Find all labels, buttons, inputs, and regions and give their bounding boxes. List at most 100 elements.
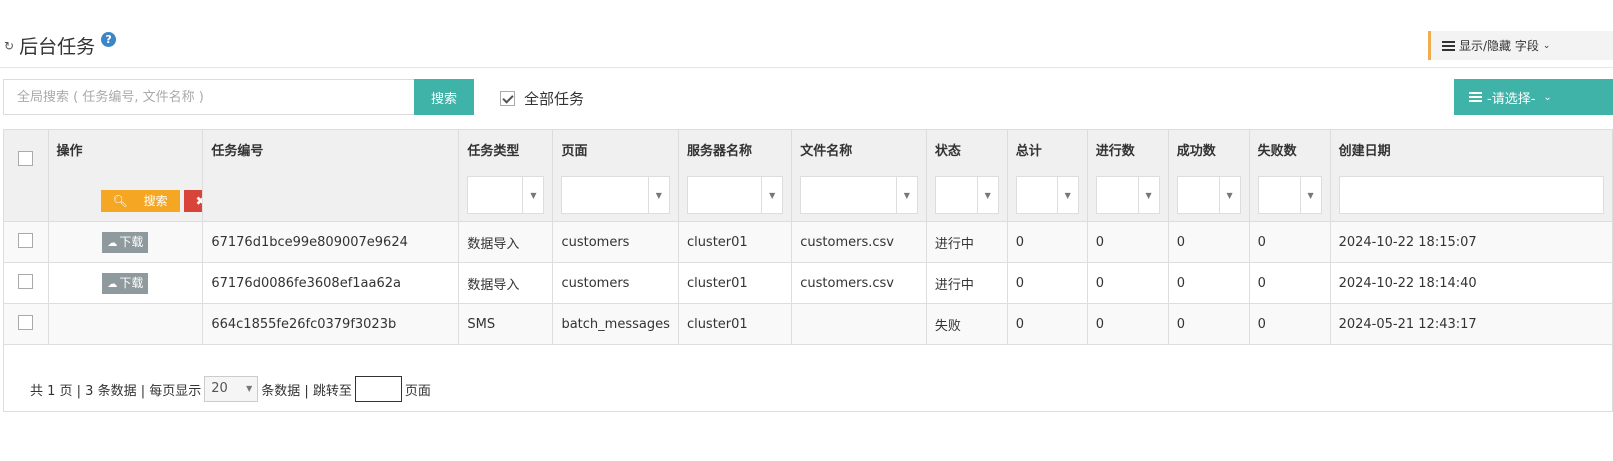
row-checkbox[interactable] <box>18 274 34 289</box>
cell-in-progress: 0 <box>1086 221 1169 263</box>
column-label: 创建日期 <box>1338 144 1391 159</box>
caret-down-icon: ▼ <box>1064 191 1071 200</box>
search-icon: 🔍︎ <box>112 194 128 208</box>
title-wrap: ↻ 后台任务 ? <box>4 32 117 59</box>
global-search-input[interactable] <box>3 79 415 115</box>
table-header-row: 操作 🔍︎ 搜索 ✖ 重置 任务编号 任务类型 ▼ 页面 ▼ 服务器名称 ▼ 文件名称… <box>3 129 1613 222</box>
row-checkbox[interactable] <box>18 233 34 248</box>
filter-created[interactable] <box>1338 176 1604 214</box>
column-label: 任务类型 <box>467 144 520 159</box>
help-icon[interactable]: ? <box>101 32 117 47</box>
select-dropdown-label: -请选择- <box>1487 91 1536 107</box>
show-hide-fields-button[interactable]: 显示/隐藏 字段 ⌄ <box>1428 31 1613 60</box>
cell-failed: 0 <box>1248 221 1331 263</box>
caret-down-icon: ▼ <box>1307 191 1314 200</box>
caret-down-icon: ▼ <box>530 191 537 200</box>
select-dropdown-button[interactable]: -请选择- ⌄ <box>1454 79 1613 115</box>
filter-total[interactable]: ▼ <box>1015 176 1079 214</box>
cell-page: batch_messages <box>552 303 679 345</box>
search-button[interactable]: 搜索 <box>414 79 474 115</box>
cell-total: 0 <box>1006 303 1088 345</box>
column-header-server: 服务器名称 ▼ <box>677 129 793 222</box>
pagination: 共 1 页 | 3 条数据 | 每页显示 20 ▼ 条数据 | 跳转至 页面 <box>30 376 431 402</box>
caret-down-icon: ▼ <box>903 191 910 200</box>
cell-status: 失败 <box>925 303 1008 345</box>
page-size-select[interactable]: 20 ▼ <box>204 376 259 402</box>
column-header-success: 成功数 ▼ <box>1167 129 1250 222</box>
cell-server: cluster01 <box>677 262 793 304</box>
caret-down-icon: ▼ <box>769 191 776 200</box>
download-button[interactable]: ☁ 下载 <box>102 272 149 294</box>
column-header-file: 文件名称 ▼ <box>791 129 927 222</box>
all-tasks-toggle[interactable]: 全部任务 <box>500 88 584 109</box>
row-select-cell <box>3 303 49 345</box>
row-select-cell <box>3 221 49 263</box>
refresh-icon[interactable]: ↻ <box>4 39 14 53</box>
cell-in-progress: 0 <box>1086 303 1169 345</box>
select-all-checkbox[interactable] <box>18 151 34 166</box>
cloud-download-icon: ☁ <box>107 237 118 249</box>
page-jump-input[interactable] <box>354 376 402 402</box>
cell-success: 0 <box>1167 221 1250 263</box>
list-icon <box>1469 92 1482 102</box>
column-label: 任务编号 <box>211 144 264 159</box>
header-select-all-cell <box>3 129 49 222</box>
column-label: 状态 <box>934 144 961 159</box>
filter-actions: 🔍︎ 搜索 ✖ 重置 <box>100 190 202 212</box>
column-header-page: 页面 ▼ <box>552 129 679 222</box>
column-label: 服务器名称 <box>686 144 752 159</box>
chevron-down-icon: ⌄ <box>1542 40 1551 51</box>
column-label: 成功数 <box>1176 144 1216 159</box>
caret-down-icon: ▼ <box>1226 191 1233 200</box>
filter-reset-button[interactable]: ✖ 重置 <box>183 190 202 212</box>
filter-failed[interactable]: ▼ <box>1257 176 1322 214</box>
cell-success: 0 <box>1167 303 1250 345</box>
column-header-total: 总计 ▼ <box>1006 129 1088 222</box>
column-header-in-progress: 进行数 ▼ <box>1086 129 1169 222</box>
filter-in-progress[interactable]: ▼ <box>1095 176 1160 214</box>
cell-total: 0 <box>1006 262 1088 304</box>
tasks-table: 操作 🔍︎ 搜索 ✖ 重置 任务编号 任务类型 ▼ 页面 ▼ 服务器名称 ▼ 文件名称… <box>3 129 1613 345</box>
caret-down-icon: ▼ <box>984 191 991 200</box>
cell-status: 进行中 <box>925 221 1008 263</box>
cell-server: cluster01 <box>677 303 793 345</box>
table-row: ☁ 下载 67176d1bce99e809007e9624 数据导入 customers… <box>3 221 1613 263</box>
cell-task-id: 67176d1bce99e809007e9624 <box>202 221 460 263</box>
cell-failed: 0 <box>1248 262 1331 304</box>
all-tasks-checkbox[interactable] <box>500 91 515 106</box>
cell-type: 数据导入 <box>458 262 554 304</box>
filter-server[interactable]: ▼ <box>686 176 784 214</box>
download-label: 下载 <box>119 275 144 290</box>
pagination-page-label: 页面 <box>404 383 431 399</box>
column-label: 操作 <box>56 144 83 159</box>
filter-search-label: 搜索 <box>143 194 168 208</box>
cell-failed: 0 <box>1248 303 1331 345</box>
page-title: 后台任务 <box>19 36 96 58</box>
list-icon <box>1442 40 1455 51</box>
column-header-status: 状态 ▼ <box>925 129 1008 222</box>
caret-down-icon: ▼ <box>246 384 253 393</box>
row-checkbox[interactable] <box>18 315 34 330</box>
column-label: 文件名称 <box>800 144 853 159</box>
filter-task-type[interactable]: ▼ <box>467 176 545 214</box>
cell-task-id: 67176d0086fe3608ef1aa62a <box>202 262 460 304</box>
column-header-task-type: 任务类型 ▼ <box>458 129 554 222</box>
cell-created: 2024-10-22 18:14:40 <box>1329 262 1613 304</box>
cell-file: customers.csv <box>791 262 927 304</box>
download-button[interactable]: ☁ 下载 <box>102 231 149 253</box>
column-header-actions: 操作 🔍︎ 搜索 ✖ 重置 <box>47 129 204 222</box>
filter-success[interactable]: ▼ <box>1176 176 1241 214</box>
cell-file: customers.csv <box>791 221 927 263</box>
caret-down-icon: ▼ <box>1145 191 1152 200</box>
cell-server: cluster01 <box>677 221 793 263</box>
close-icon: ✖ <box>190 190 202 212</box>
filter-search-button[interactable]: 🔍︎ 搜索 <box>100 190 180 212</box>
download-label: 下载 <box>119 234 144 249</box>
column-label: 进行数 <box>1095 144 1135 159</box>
page-size-value: 20 <box>211 381 228 396</box>
filter-page[interactable]: ▼ <box>561 176 670 214</box>
filter-status[interactable]: ▼ <box>934 176 999 214</box>
row-select-cell <box>3 262 49 304</box>
filter-file[interactable]: ▼ <box>800 176 918 214</box>
cell-page: customers <box>552 221 679 263</box>
